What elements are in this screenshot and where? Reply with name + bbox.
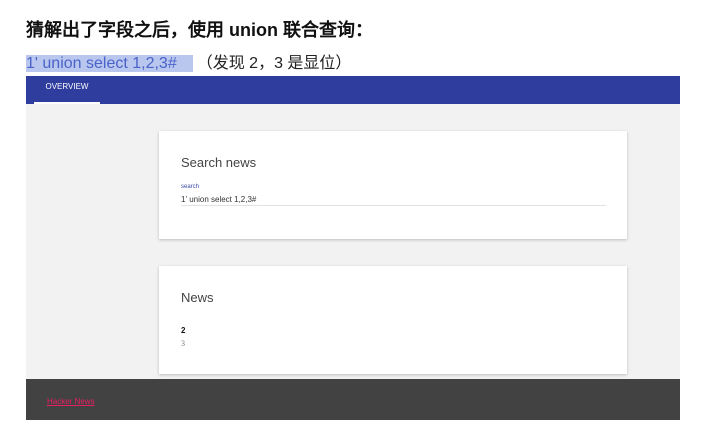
highlighted-query-text: 1' union select 1,2,3# [26, 55, 193, 72]
news-card-title: News [181, 290, 214, 305]
search-field-label: search [181, 184, 200, 190]
footer: Hacker News [26, 379, 680, 420]
document-query-line: 1' union select 1,2,3# （发现 2，3 是显位） [26, 53, 351, 75]
news-item: 3 [181, 339, 185, 348]
news-card: News 2 3 [159, 266, 627, 374]
query-note: （发现 2，3 是显位） [196, 55, 352, 72]
document-heading: 猜解出了字段之后，使用 union 联合查询： [26, 20, 373, 40]
footer-hacker-news-link[interactable]: Hacker News [47, 397, 95, 406]
search-input[interactable] [181, 193, 606, 206]
tab-overview[interactable]: OVERVIEW [34, 76, 100, 104]
top-navigation-bar: OVERVIEW [26, 76, 680, 104]
news-item: 2 [181, 326, 186, 335]
search-news-card: Search news search [159, 131, 627, 239]
tab-overview-label: OVERVIEW [45, 82, 89, 91]
active-tab-indicator [34, 102, 100, 104]
web-app-screenshot: OVERVIEW Search news search News 2 3 Hac… [26, 76, 680, 420]
search-card-title: Search news [181, 155, 257, 170]
